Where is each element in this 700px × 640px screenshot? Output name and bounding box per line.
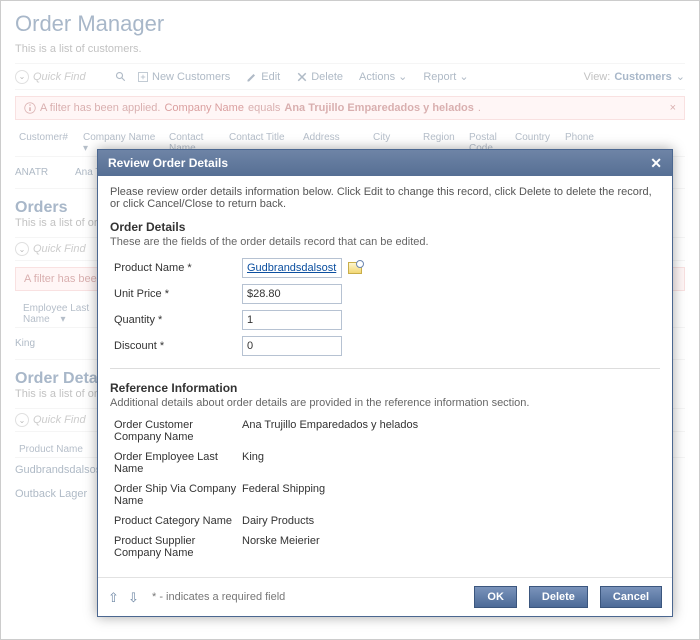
required-hint: * - indicates a required field [152, 591, 285, 603]
review-dialog: Review Order Details ✕ Please review ord… [97, 149, 673, 617]
discount-label: Discount * [110, 340, 242, 352]
ref-supplier-label: Product Supplier Company Name [110, 535, 242, 559]
ref-shipvia-label: Order Ship Via Company Name [110, 483, 242, 507]
ref-employee-label: Order Employee Last Name [110, 451, 242, 475]
close-button[interactable]: ✕ [650, 156, 662, 170]
ref-supplier-value: Norske Meierier [242, 535, 320, 559]
reference-heading: Reference Information [110, 381, 660, 395]
quantity-label: Quantity * [110, 314, 242, 326]
dialog-intro: Please review order details information … [110, 186, 660, 210]
reference-sub: Additional details about order details a… [110, 397, 660, 409]
next-record-icon[interactable]: ⇩ [128, 590, 142, 604]
order-details-sub: These are the fields of the order detail… [110, 236, 660, 248]
ref-category-label: Product Category Name [110, 515, 242, 527]
dialog-title: Review Order Details [108, 156, 228, 170]
product-name-label: Product Name * [110, 262, 242, 274]
ref-category-value: Dairy Products [242, 515, 314, 527]
ref-shipvia-value: Federal Shipping [242, 483, 325, 507]
unit-price-label: Unit Price * [110, 288, 242, 300]
dialog-footer: ⇧ ⇩ * - indicates a required field OK De… [98, 577, 672, 616]
ok-button[interactable]: OK [474, 586, 517, 608]
ref-customer-value: Ana Trujillo Emparedados y helados [242, 419, 418, 443]
ref-customer-label: Order Customer Company Name [110, 419, 242, 443]
dialog-titlebar[interactable]: Review Order Details ✕ [98, 150, 672, 176]
quantity-field[interactable] [242, 310, 342, 330]
discount-field[interactable] [242, 336, 342, 356]
order-details-heading: Order Details [110, 220, 660, 234]
prev-record-icon[interactable]: ⇧ [108, 590, 122, 604]
ref-employee-value: King [242, 451, 264, 475]
product-name-field[interactable]: Gudbrandsdalsost [242, 258, 342, 278]
delete-button[interactable]: Delete [529, 586, 588, 608]
unit-price-field[interactable] [242, 284, 342, 304]
lookup-icon[interactable] [348, 262, 362, 274]
cancel-button[interactable]: Cancel [600, 586, 662, 608]
